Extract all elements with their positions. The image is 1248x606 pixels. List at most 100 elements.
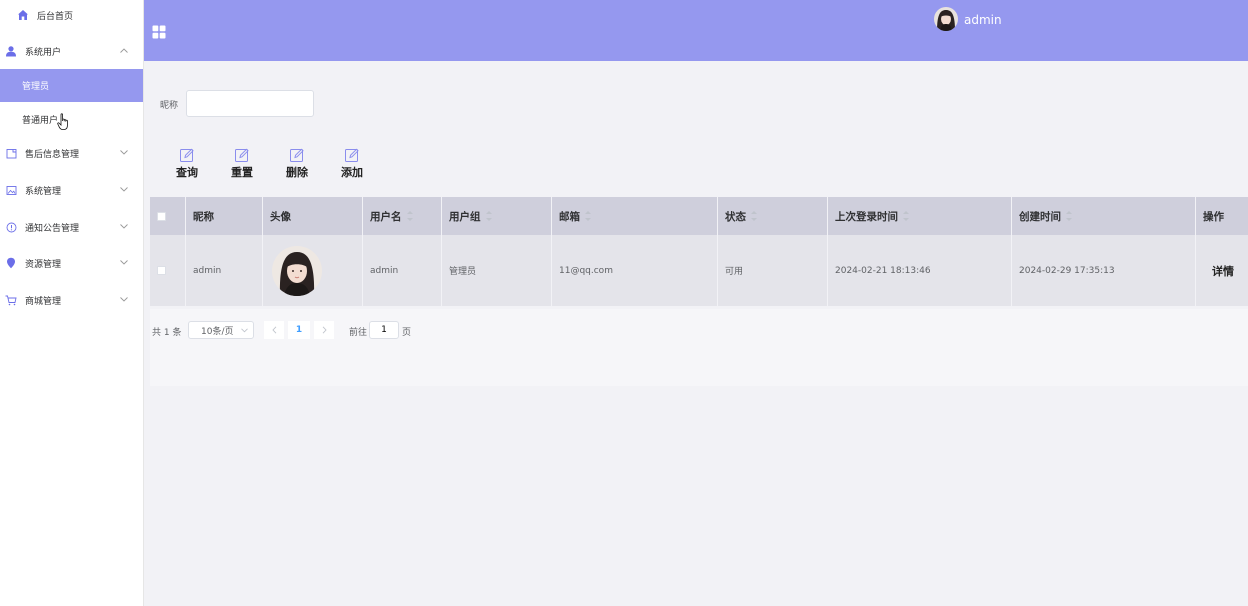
chevron-down-icon xyxy=(119,221,129,231)
sort-icon[interactable] xyxy=(1066,211,1072,221)
goto-page-input[interactable] xyxy=(369,321,399,339)
sort-icon[interactable] xyxy=(903,211,909,221)
total-count: 共 1 条 xyxy=(152,328,182,338)
column-label: 头像 xyxy=(270,210,291,223)
cell-status: 可用 xyxy=(718,235,828,306)
sidebar-item-label: 商城管理 xyxy=(25,296,62,307)
delete-button[interactable]: 删除 xyxy=(279,147,315,179)
header-cell-email[interactable]: 邮箱 xyxy=(552,197,718,235)
detail-button[interactable]: 详情 xyxy=(1212,263,1234,279)
chevron-down-icon xyxy=(119,184,129,194)
delete-button-label: 删除 xyxy=(286,166,308,179)
sidebar-item-label: 资源管理 xyxy=(25,259,62,270)
sidebar-item-resources[interactable]: 资源管理 xyxy=(0,246,143,280)
cell-actions: 详情 xyxy=(1196,235,1248,306)
query-button[interactable]: 查询 xyxy=(169,147,205,179)
sidebar-item-label: 系统用户 xyxy=(25,47,62,58)
sidebar-item-label: 系统管理 xyxy=(25,186,62,197)
page-number-1[interactable]: 1 xyxy=(288,321,310,339)
sidebar-item-label: 售后信息管理 xyxy=(25,149,80,160)
page-size-value: 10条/页 xyxy=(201,326,234,337)
reset-button[interactable]: 重置 xyxy=(224,147,260,179)
edit-icon xyxy=(344,147,360,163)
image-icon xyxy=(4,183,18,197)
created-value: 2024-02-29 17:35:13 xyxy=(1019,265,1115,276)
sort-icon[interactable] xyxy=(406,211,413,221)
column-label: 邮箱 xyxy=(559,210,580,223)
header-username[interactable]: admin xyxy=(964,13,1002,27)
cell-nickname: admin xyxy=(186,235,263,306)
header-cell-status[interactable]: 状态 xyxy=(718,197,828,235)
column-label: 上次登录时间 xyxy=(835,210,898,223)
nickname-search-input[interactable] xyxy=(186,90,314,117)
table-header: 昵称 头像 用户名 用户组 邮箱 状态 上次登录时间 创建时间 操作 xyxy=(150,197,1248,235)
cell-created: 2024-02-29 17:35:13 xyxy=(1012,235,1196,306)
status-value: 可用 xyxy=(725,267,744,277)
add-button[interactable]: 添加 xyxy=(334,147,370,179)
sidebar-item-normal-users[interactable]: 普通用户 xyxy=(0,103,143,136)
column-label: 操作 xyxy=(1203,210,1224,223)
table-row: admin admin 管理员 11@qq.com 可用 2024-02-21 … xyxy=(150,235,1248,306)
edit-icon xyxy=(289,147,305,163)
sidebar: 后台首页 系统用户 管理员 普通用户 售后信息管理 系统管理 通知公告管理 资源… xyxy=(0,0,144,606)
sort-icon[interactable] xyxy=(485,211,492,221)
sidebar-item-mall[interactable]: 商城管理 xyxy=(0,283,143,317)
row-checkbox[interactable] xyxy=(157,266,166,275)
sidebar-item-label: 管理员 xyxy=(22,82,50,92)
sidebar-item-admin[interactable]: 管理员 xyxy=(0,69,143,102)
nickname-value: admin xyxy=(193,265,222,276)
top-header: admin xyxy=(144,0,1248,61)
chevron-up-icon xyxy=(119,45,129,55)
header-cell-select xyxy=(150,197,186,235)
document-icon xyxy=(4,146,18,160)
page-suffix-label: 页 xyxy=(402,328,412,338)
goto-label: 前往 xyxy=(349,328,368,338)
next-page-button[interactable] xyxy=(314,321,334,339)
prev-page-button[interactable] xyxy=(264,321,284,339)
sidebar-item-notice[interactable]: 通知公告管理 xyxy=(0,210,143,244)
header-cell-nickname: 昵称 xyxy=(186,197,263,235)
sort-icon[interactable] xyxy=(585,211,591,221)
column-label: 创建时间 xyxy=(1019,210,1061,223)
column-label: 状态 xyxy=(725,210,746,223)
column-label: 用户名 xyxy=(370,210,402,223)
sidebar-item-home[interactable]: 后台首页 xyxy=(0,0,143,30)
chevron-down-icon xyxy=(119,147,129,157)
sidebar-item-system-users[interactable]: 系统用户 xyxy=(0,34,143,68)
header-cell-avatar: 头像 xyxy=(263,197,363,235)
chevron-down-icon xyxy=(241,326,248,336)
sidebar-item-label: 后台首页 xyxy=(37,11,74,22)
sidebar-item-after-sales[interactable]: 售后信息管理 xyxy=(0,136,143,170)
location-icon xyxy=(4,256,18,270)
header-cell-actions: 操作 xyxy=(1196,197,1248,235)
home-icon xyxy=(16,8,30,22)
group-value: 管理员 xyxy=(449,267,477,277)
header-cell-created[interactable]: 创建时间 xyxy=(1012,197,1196,235)
select-all-checkbox[interactable] xyxy=(157,211,166,221)
grid-menu-icon[interactable] xyxy=(152,25,166,39)
cell-email: 11@qq.com xyxy=(552,235,718,306)
add-button-label: 添加 xyxy=(341,166,363,179)
header-cell-group[interactable]: 用户组 xyxy=(442,197,552,235)
header-cell-username[interactable]: 用户名 xyxy=(363,197,442,235)
column-label: 用户组 xyxy=(449,210,481,223)
sidebar-item-label: 通知公告管理 xyxy=(25,223,80,234)
chevron-down-icon xyxy=(119,257,129,267)
pagination: 共 1 条 10条/页 1 前往 页 xyxy=(150,309,1248,386)
page-size-select[interactable]: 10条/页 xyxy=(188,321,254,339)
hand-cursor-icon xyxy=(57,113,71,131)
chevron-down-icon xyxy=(119,294,129,304)
cell-username: admin xyxy=(363,235,442,306)
sidebar-item-label: 普通用户 xyxy=(22,116,59,126)
cell-group: 管理员 xyxy=(442,235,552,306)
sidebar-item-system-manage[interactable]: 系统管理 xyxy=(0,173,143,207)
cell-avatar xyxy=(263,235,363,306)
edit-icon xyxy=(179,147,195,163)
column-label: 昵称 xyxy=(193,210,214,223)
user-icon xyxy=(4,44,18,58)
avatar[interactable] xyxy=(934,7,958,31)
header-cell-last-login[interactable]: 上次登录时间 xyxy=(828,197,1012,235)
query-button-label: 查询 xyxy=(176,166,198,179)
avatar[interactable] xyxy=(272,245,322,296)
sort-icon[interactable] xyxy=(751,211,757,221)
